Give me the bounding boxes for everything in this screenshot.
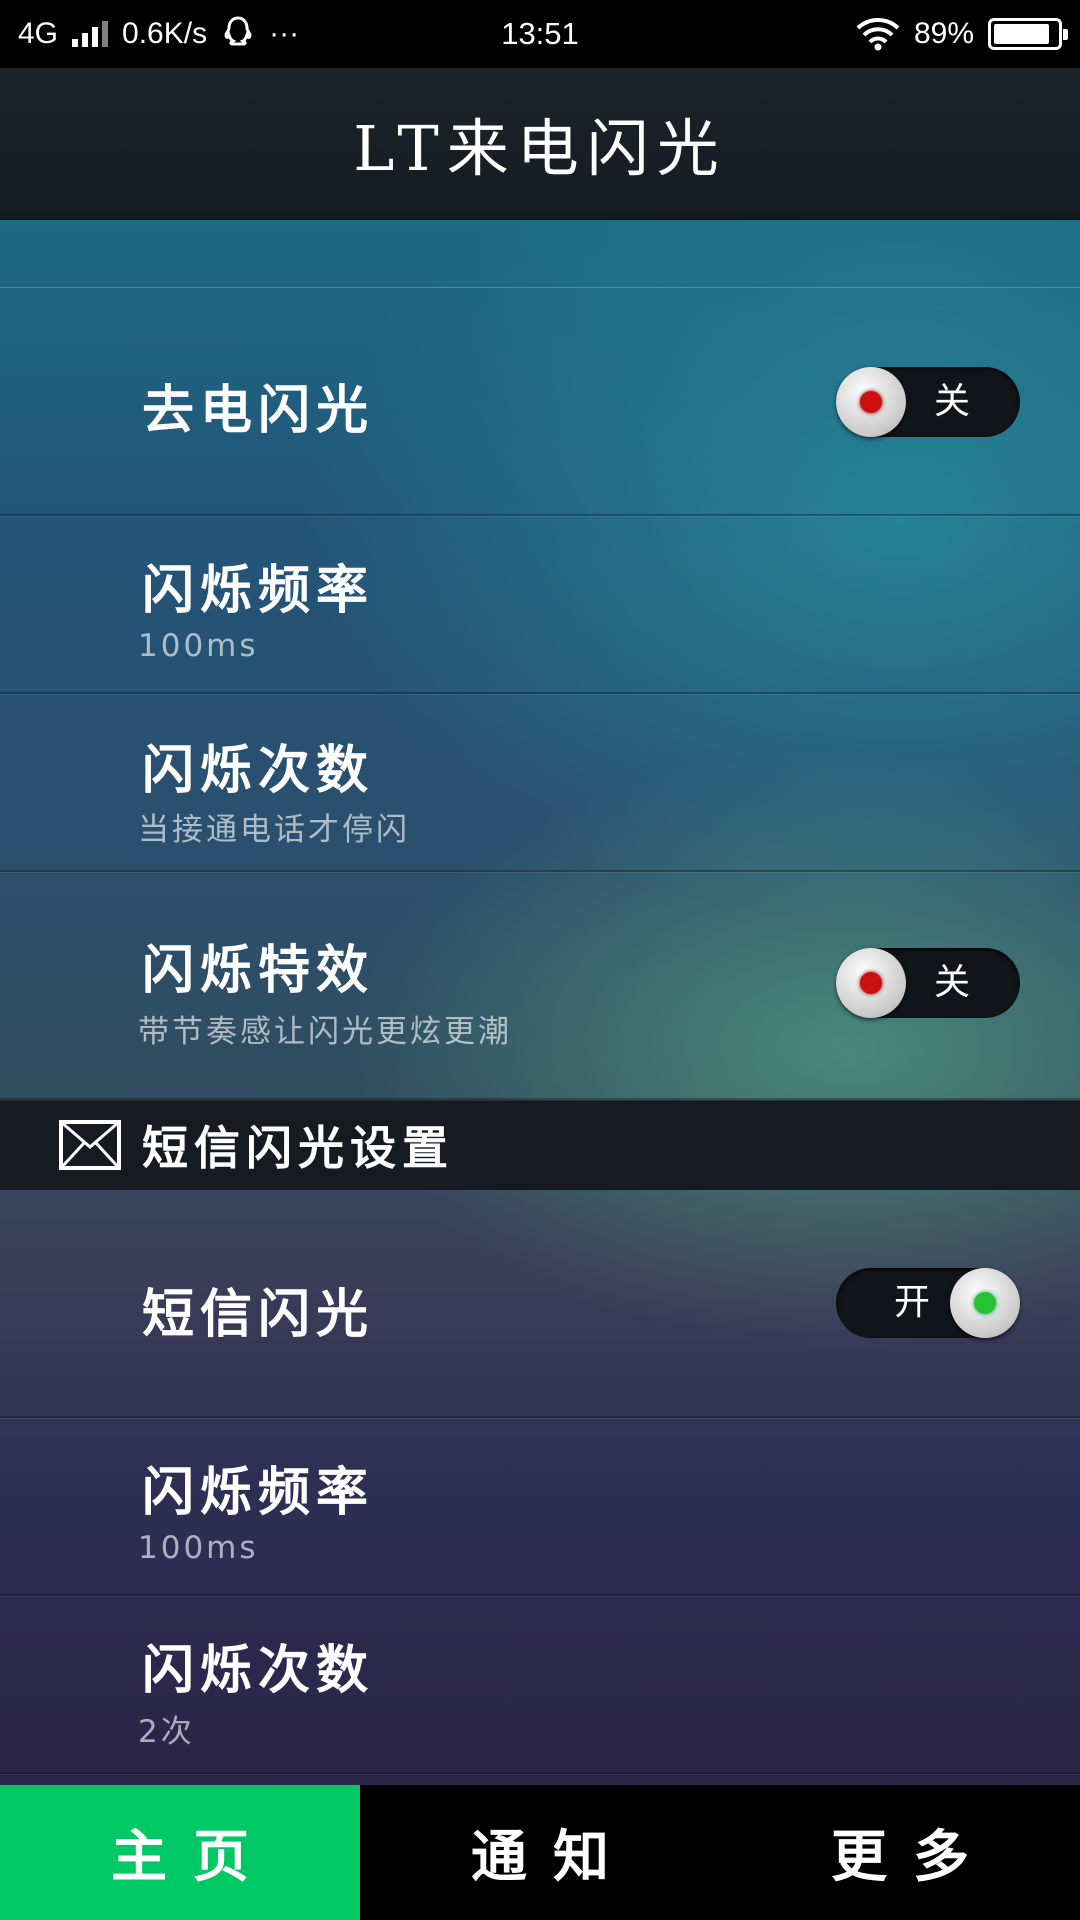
battery-icon — [988, 18, 1068, 50]
status-right: 89% — [856, 17, 1068, 51]
battery-percent: 89% — [913, 17, 974, 50]
network-speed: 0.6K/s — [122, 17, 208, 50]
row-title: 闪烁频率 — [142, 560, 375, 621]
row-title: 闪烁频率 — [142, 1462, 375, 1523]
row-subtitle: 2次 — [138, 1714, 195, 1750]
sms-flash-count-row[interactable]: 闪烁次数 2次 — [0, 1596, 1080, 1774]
sms-flash-toggle[interactable]: 开 — [836, 1268, 1020, 1338]
row-title: 闪烁次数 — [142, 1640, 375, 1701]
row-subtitle: 带节奏感让闪光更炫更潮 — [138, 1014, 512, 1050]
section-title: 短信闪光设置 — [142, 1121, 454, 1175]
tab-notifications[interactable]: 通知 — [360, 1785, 720, 1920]
sms-section-header: 短信闪光设置 — [0, 1100, 1080, 1190]
row-title: 短信闪光 — [142, 1284, 375, 1345]
app-title: LT来电闪光 — [353, 112, 727, 185]
settings-content[interactable]: 去电闪光 关 闪烁频率 100ms 闪烁次数 当接通电话才停闪 闪烁特效 带节奏… — [0, 220, 1080, 1785]
toggle-label: 关 — [934, 381, 971, 422]
bottom-nav: 主页 通知 更多 — [0, 1785, 1080, 1920]
status-left: 4G 0.6K/s ··· — [18, 15, 299, 53]
toggle-knob — [836, 367, 906, 437]
row-subtitle: 100ms — [138, 1530, 259, 1566]
flash-effect-row[interactable]: 闪烁特效 带节奏感让闪光更炫更潮 关 — [0, 872, 1080, 1100]
flash-effect-toggle[interactable]: 关 — [836, 948, 1020, 1018]
row-title: 去电闪光 — [142, 380, 375, 441]
signal-icon — [72, 21, 109, 47]
row-title: 闪烁特效 — [142, 940, 375, 1001]
tab-home[interactable]: 主页 — [0, 1785, 360, 1920]
sms-flash-row[interactable]: 短信闪光 开 — [0, 1190, 1080, 1418]
app-title-bar: LT来电闪光 — [0, 68, 1080, 220]
toggle-label: 关 — [934, 962, 971, 1003]
sms-flash-frequency-row[interactable]: 闪烁频率 100ms — [0, 1418, 1080, 1596]
row-title: 闪烁次数 — [142, 740, 375, 801]
tab-more[interactable]: 更多 — [720, 1785, 1080, 1920]
wifi-icon — [856, 18, 900, 51]
outgoing-flash-toggle[interactable]: 关 — [836, 367, 1020, 437]
outgoing-flash-row[interactable]: 去电闪光 关 — [0, 288, 1080, 516]
qq-icon — [224, 16, 252, 46]
flash-frequency-row[interactable]: 闪烁频率 100ms — [0, 516, 1080, 694]
envelope-icon — [59, 1120, 121, 1170]
battery-fill — [994, 24, 1050, 44]
toggle-knob — [950, 1268, 1020, 1338]
toggle-label: 开 — [894, 1282, 931, 1323]
network-type: 4G — [18, 17, 59, 50]
flash-count-row[interactable]: 闪烁次数 当接通电话才停闪 — [0, 694, 1080, 872]
toggle-knob — [836, 948, 906, 1018]
top-strip — [0, 220, 1080, 288]
row-subtitle: 100ms — [138, 628, 259, 664]
row-subtitle: 当接通电话才停闪 — [138, 812, 410, 848]
more-notifications-icon: ··· — [269, 17, 300, 50]
status-bar: 4G 0.6K/s ··· 13:51 89% — [0, 0, 1080, 68]
